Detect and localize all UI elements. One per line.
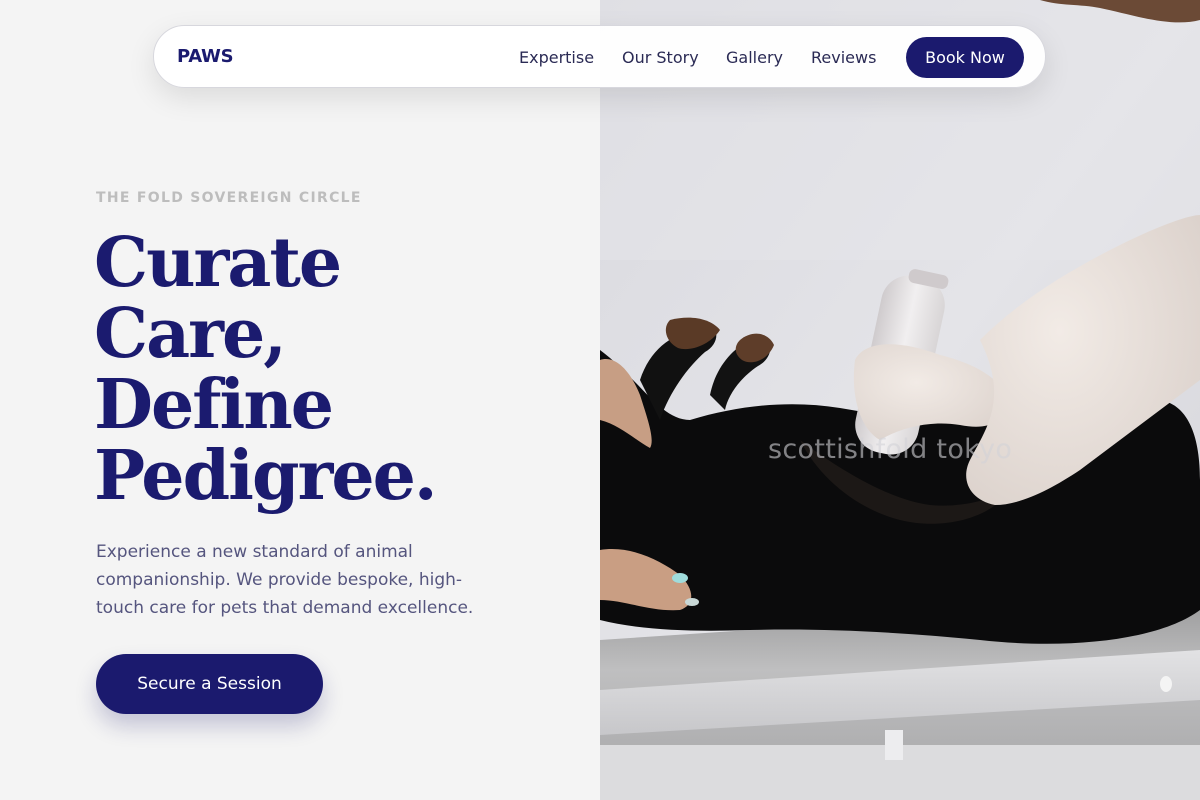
hero-lede: Experience a new standard of animal comp… — [96, 542, 474, 618]
hero-content: THE FOLD SOVEREIGN CIRCLE Curate Care, D… — [0, 0, 600, 800]
nav-link-reviews[interactable]: Reviews — [811, 48, 876, 67]
hero-photo: scottishfold tokyo — [600, 0, 1200, 800]
photo-watermark: scottishfold tokyo — [768, 434, 1013, 465]
headline-line: Pedigree. — [94, 436, 438, 516]
book-now-button[interactable]: Book Now — [906, 37, 1024, 78]
top-navbar: PAWS Expertise Our Story Gallery Reviews… — [153, 25, 1046, 88]
secure-session-button[interactable]: Secure a Session — [96, 654, 323, 714]
hero-eyebrow: THE FOLD SOVEREIGN CIRCLE — [96, 190, 362, 206]
vet-with-dog-image — [600, 0, 1200, 800]
headline-line: Care, — [94, 294, 287, 374]
nav-link-expertise[interactable]: Expertise — [519, 48, 594, 67]
headline-line: Curate — [94, 223, 342, 303]
brand-logo[interactable]: PAWS — [177, 46, 234, 67]
hero-headline: Curate Care, Define Pedigree. — [94, 223, 438, 516]
nav-link-gallery[interactable]: Gallery — [726, 48, 783, 67]
nav-link-our-story[interactable]: Our Story — [622, 48, 699, 67]
headline-line: Define — [94, 365, 334, 445]
